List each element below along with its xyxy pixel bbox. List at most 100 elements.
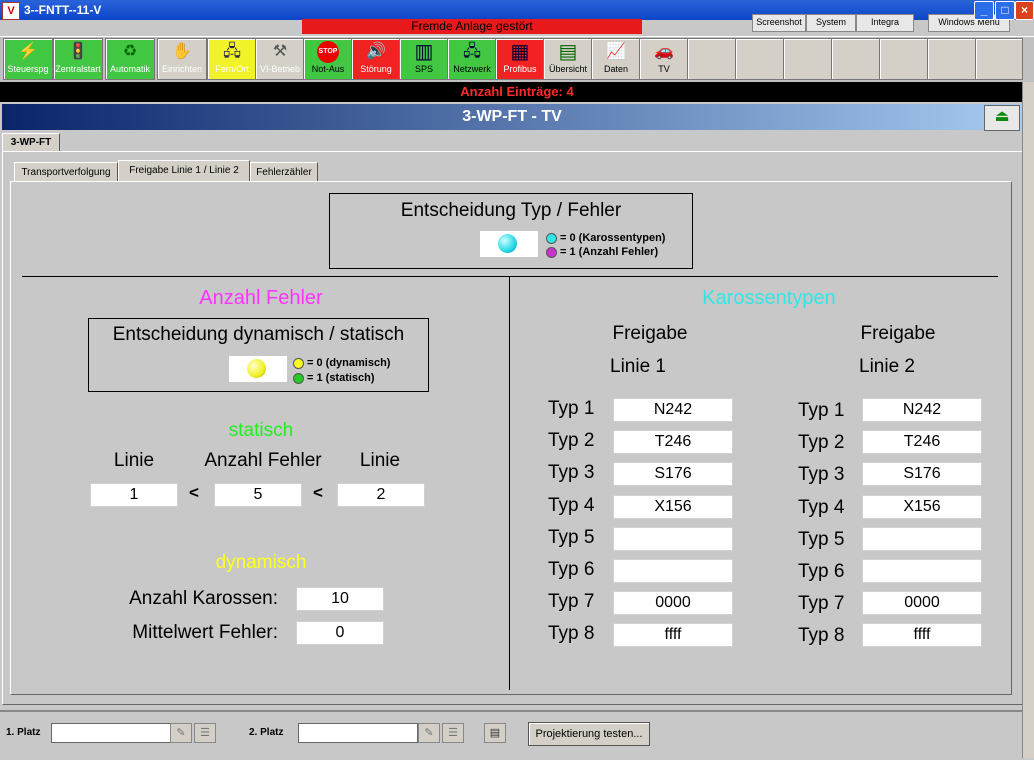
legend-anzahl-fehler: = 1 (Anzahl Fehler): [546, 245, 658, 259]
lightning-icon: ⚡: [18, 43, 38, 60]
typ-field-l2[interactable]: 0000: [862, 591, 982, 615]
typ-field-l1[interactable]: X156: [613, 495, 733, 519]
typ-field-l1[interactable]: ffff: [613, 623, 733, 647]
toolbar-button-not-aus[interactable]: STOP Not-Aus: [303, 38, 353, 80]
yellow-dot-icon: [293, 357, 304, 369]
tab-transportverfolgung[interactable]: Transportverfolgung: [14, 162, 118, 182]
edit-icon[interactable]: ✎: [170, 723, 192, 743]
vertical-scrollbar[interactable]: [1022, 82, 1034, 758]
typ-label-l2: Typ 1: [798, 400, 845, 421]
toolbar-button-uebersicht[interactable]: ▤ Übersicht: [543, 38, 593, 80]
menu-screenshot[interactable]: Screenshot: [752, 14, 806, 32]
toolbar-label: Einrichten: [161, 64, 203, 74]
typ-label-l2: Typ 3: [798, 464, 845, 485]
platz2-field[interactable]: [298, 723, 418, 743]
typ-field-l1[interactable]: T246: [613, 430, 733, 454]
toolbar-button-stoerung[interactable]: 🔊 Störung: [351, 38, 401, 80]
decision-dyn-static-title: Entscheidung dynamisch / statisch: [112, 324, 405, 345]
decision-type-error-title: Entscheidung Typ / Fehler: [400, 200, 622, 221]
typ-field-l1[interactable]: S176: [613, 462, 733, 486]
toolbar-label: Not-Aus: [311, 64, 345, 74]
toolbar-button-steuerspg[interactable]: ⚡ Steuerspg: [3, 38, 53, 80]
anzahl-fehler-field[interactable]: 5: [214, 483, 302, 507]
freigabe-header-l1: Freigabe: [612, 323, 688, 344]
platz2-label: 2. Platz: [249, 727, 284, 738]
tab-fehlerzaehler[interactable]: Fehlerzähler: [250, 162, 318, 182]
menu-integra[interactable]: Integra: [856, 14, 914, 32]
typ-field-l2[interactable]: ffff: [862, 623, 982, 647]
typ-label-l1: Typ 8: [548, 623, 595, 644]
toolbar-label: Übersicht: [548, 64, 587, 74]
toolbar-button-netzwerk[interactable]: 🖧 Netzwerk: [447, 38, 497, 80]
linie-right-field[interactable]: 2: [337, 483, 425, 507]
recycle-icon: ♻: [122, 43, 138, 60]
mittelwert-fehler-field[interactable]: 0: [296, 621, 384, 645]
anzahl-karossen-label: Anzahl Karossen:: [129, 588, 278, 609]
legend-statisch: = 1 (statisch): [293, 371, 375, 385]
toolbar-label: Zentralstart: [55, 64, 101, 74]
edit-icon[interactable]: ✎: [418, 723, 440, 743]
linie2-header: Linie 2: [859, 356, 915, 377]
projektierung-testen-button[interactable]: Projektierung testen...: [528, 722, 650, 746]
tab-freigabe-linie[interactable]: Freigabe Linie 1 / Linie 2: [118, 160, 250, 182]
list-icon[interactable]: ☰: [442, 723, 464, 743]
list-icon[interactable]: ☰: [194, 723, 216, 743]
toolbar-label: VI-Betrieb: [259, 64, 301, 74]
horizontal-divider: [22, 276, 998, 277]
typ-field-l1[interactable]: [613, 527, 733, 551]
typ-label-l2: Typ 8: [798, 625, 845, 646]
typ-field-l1[interactable]: N242: [613, 398, 733, 422]
toolbar-empty-slot: [735, 38, 785, 80]
toolbar-label: Netzwerk: [453, 64, 491, 74]
network-icon: 🖧: [463, 43, 481, 60]
toolbar-label: Daten: [603, 64, 629, 74]
toolbar-button-profibus[interactable]: ▦ Profibus: [495, 38, 545, 80]
minimize-button[interactable]: _: [974, 1, 994, 20]
typ-field-l2[interactable]: T246: [862, 430, 982, 454]
toolbar-button-vi-betrieb[interactable]: ⚒ VI-Betrieb: [255, 38, 305, 80]
toolbar-button-einrichten[interactable]: ✋ Einrichten: [157, 38, 207, 80]
typ-field-l2[interactable]: [862, 559, 982, 583]
remote-icon: 🖧: [223, 43, 241, 60]
legend-karossentypen: = 0 (Karossentypen): [546, 231, 665, 245]
plc-icon: ▥: [414, 41, 434, 63]
close-button[interactable]: ×: [1015, 1, 1034, 20]
tab-3-wp-ft[interactable]: 3-WP-FT: [2, 133, 60, 152]
toolbar-button-tv[interactable]: 🚗 TV: [639, 38, 689, 80]
typ-field-l2[interactable]: S176: [862, 462, 982, 486]
traffic-light-icon: 🚦: [68, 43, 88, 60]
less-than-sign: <: [189, 483, 199, 502]
toolbar-button-fernort[interactable]: 🖧 Fern/Ort: [207, 38, 257, 80]
legend-statisch-text: = 1 (statisch): [307, 372, 375, 384]
toolbar-button-zentralstart[interactable]: 🚦 Zentralstart: [53, 38, 103, 80]
typ-field-l1[interactable]: [613, 559, 733, 583]
col-linie-right: Linie: [359, 450, 401, 471]
overview-icon: ▤: [558, 41, 578, 63]
typ-label-l2: Typ 2: [798, 432, 845, 453]
typ-label-l2: Typ 6: [798, 561, 845, 582]
linie-left-field[interactable]: 1: [90, 483, 178, 507]
home-button[interactable]: ⏏: [984, 105, 1020, 131]
toolbar-empty-slot: [975, 38, 1023, 80]
green-dot-icon: [293, 372, 304, 384]
typ-field-l2[interactable]: [862, 527, 982, 551]
app-icon[interactable]: V: [2, 2, 20, 20]
save-icon[interactable]: ▤: [484, 723, 506, 743]
toolbar-button-daten[interactable]: 📈 Daten: [591, 38, 641, 80]
typ-label-l1: Typ 3: [548, 462, 595, 483]
maximize-button[interactable]: □: [995, 1, 1015, 20]
typ-label-l1: Typ 4: [548, 495, 595, 516]
typ-field-l2[interactable]: N242: [862, 398, 982, 422]
statisch-title: statisch: [228, 420, 294, 441]
platz1-field[interactable]: [51, 723, 171, 743]
typ-field-l2[interactable]: X156: [862, 495, 982, 519]
typ-field-l1[interactable]: 0000: [613, 591, 733, 615]
hand-icon: ✋: [172, 43, 192, 60]
anzahl-karossen-field[interactable]: 10: [296, 587, 384, 611]
typ-label-l2: Typ 5: [798, 529, 845, 550]
toolbar-button-automatik[interactable]: ♻ Automatik: [105, 38, 155, 80]
linie1-header: Linie 1: [610, 356, 666, 377]
vertical-divider: [509, 277, 510, 690]
toolbar-button-sps[interactable]: ▥ SPS: [399, 38, 449, 80]
menu-system[interactable]: System: [806, 14, 856, 32]
